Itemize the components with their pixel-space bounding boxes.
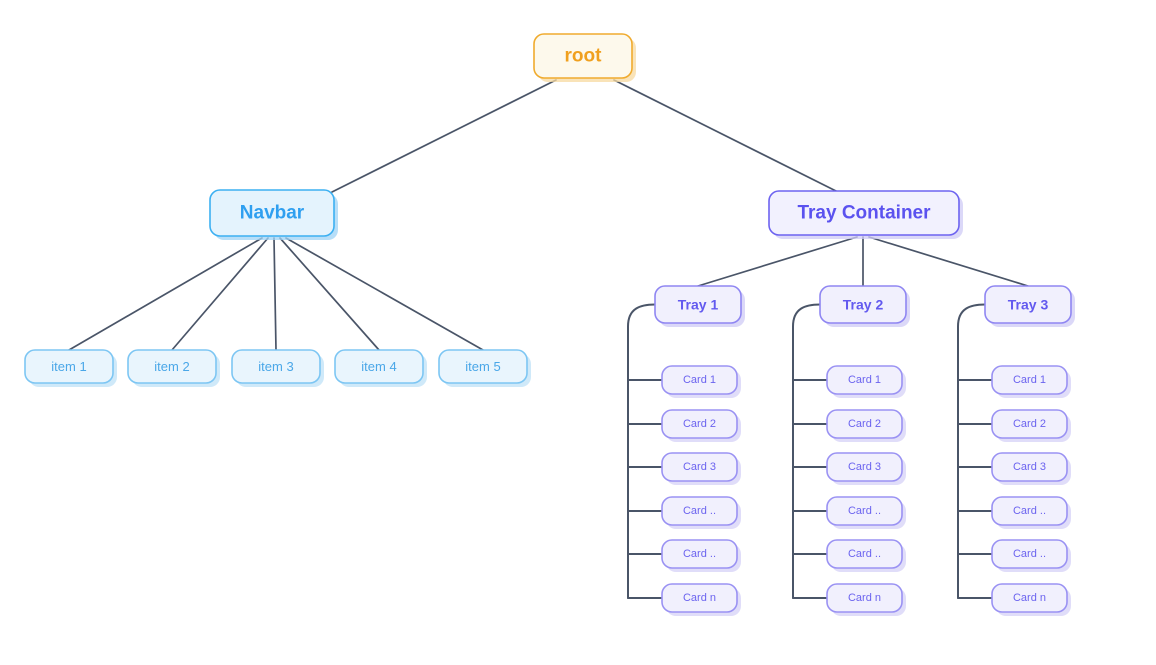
node-tray-3-card-5-box bbox=[991, 539, 1068, 569]
node-tray-1-card-6-box bbox=[661, 583, 738, 613]
edge-root-to-navbar bbox=[331, 79, 557, 193]
node-navbar-box bbox=[209, 189, 335, 237]
node-tray-3-card-6[interactable]: Card n bbox=[991, 583, 1071, 616]
node-tray-1-card-2[interactable]: Card 2 bbox=[661, 409, 741, 442]
node-navbar-item-5[interactable]: item 5 bbox=[438, 349, 531, 387]
node-tray-1-card-3[interactable]: Card 3 bbox=[661, 452, 741, 485]
node-tray-3-box bbox=[984, 285, 1072, 324]
node-tray-2-card-6[interactable]: Card n bbox=[826, 583, 906, 616]
edge-navbar-to-item-2 bbox=[171, 237, 269, 351]
node-navbar-item-5-box bbox=[438, 349, 528, 384]
node-navbar[interactable]: Navbar bbox=[209, 189, 338, 240]
diagram-svg: root Navbar Tray Container item 1 item 2 item… bbox=[24, 33, 1075, 616]
edge-root-to-tray-container bbox=[613, 79, 839, 193]
node-tray-2-card-6-box bbox=[826, 583, 903, 613]
node-tray-1-card-4-box bbox=[661, 496, 738, 526]
node-navbar-item-3[interactable]: item 3 bbox=[231, 349, 324, 387]
edge-navbar-to-item-3 bbox=[273, 237, 277, 351]
nodes-layer: root Navbar Tray Container item 1 item 2 item… bbox=[24, 33, 1075, 616]
node-tray-3-card-1[interactable]: Card 1 bbox=[991, 365, 1071, 398]
node-tray-container[interactable]: Tray Container bbox=[768, 190, 963, 239]
node-tray-3-card-4-box bbox=[991, 496, 1068, 526]
node-tray-3-card-2[interactable]: Card 2 bbox=[991, 409, 1071, 442]
node-tray-2-card-2-box bbox=[826, 409, 903, 439]
node-tray-2-box bbox=[819, 285, 907, 324]
node-navbar-item-1[interactable]: item 1 bbox=[24, 349, 117, 387]
node-tray-3-card-1-box bbox=[991, 365, 1068, 395]
node-tray-1-card-3-box bbox=[661, 452, 738, 482]
node-root[interactable]: root bbox=[533, 33, 636, 82]
node-navbar-item-2-box bbox=[127, 349, 217, 384]
node-navbar-item-3-box bbox=[231, 349, 321, 384]
node-tray-3-card-5[interactable]: Card .. bbox=[991, 539, 1071, 572]
node-tray-1-box bbox=[654, 285, 742, 324]
node-navbar-item-4-box bbox=[334, 349, 424, 384]
node-root-box bbox=[533, 33, 633, 79]
node-tray-2-card-3-box bbox=[826, 452, 903, 482]
node-tray-1[interactable]: Tray 1 bbox=[654, 285, 745, 327]
node-tray-2-card-1-box bbox=[826, 365, 903, 395]
node-tray-3-card-2-box bbox=[991, 409, 1068, 439]
node-tray-2-card-2[interactable]: Card 2 bbox=[826, 409, 906, 442]
node-navbar-item-2[interactable]: item 2 bbox=[127, 349, 220, 387]
edge-tray-container-to-tray-1 bbox=[697, 236, 858, 287]
node-tray-3-card-3[interactable]: Card 3 bbox=[991, 452, 1071, 485]
node-tray-2[interactable]: Tray 2 bbox=[819, 285, 910, 327]
node-tray-1-card-1[interactable]: Card 1 bbox=[661, 365, 741, 398]
node-tray-1-card-5[interactable]: Card .. bbox=[661, 539, 741, 572]
node-tray-2-card-5-box bbox=[826, 539, 903, 569]
node-tray-1-card-2-box bbox=[661, 409, 738, 439]
node-tray-1-card-4[interactable]: Card .. bbox=[661, 496, 741, 529]
node-tray-2-card-4[interactable]: Card .. bbox=[826, 496, 906, 529]
edge-tray-container-to-tray-3 bbox=[868, 236, 1029, 287]
node-tray-1-card-5-box bbox=[661, 539, 738, 569]
node-tray-3-card-3-box bbox=[991, 452, 1068, 482]
node-tray-2-card-3[interactable]: Card 3 bbox=[826, 452, 906, 485]
node-navbar-item-4[interactable]: item 4 bbox=[334, 349, 427, 387]
node-tray-3-card-4[interactable]: Card .. bbox=[991, 496, 1071, 529]
node-tray-container-box bbox=[768, 190, 960, 236]
node-tray-1-card-6[interactable]: Card n bbox=[661, 583, 741, 616]
edge-navbar-to-item-1 bbox=[68, 237, 263, 351]
edge-navbar-to-item-4 bbox=[279, 237, 380, 351]
edge-navbar-to-item-5 bbox=[285, 237, 484, 351]
node-tray-1-card-1-box bbox=[661, 365, 738, 395]
tree-diagram-canvas: root Navbar Tray Container item 1 item 2 item… bbox=[0, 0, 1156, 665]
node-tray-2-card-1[interactable]: Card 1 bbox=[826, 365, 906, 398]
node-navbar-item-1-box bbox=[24, 349, 114, 384]
node-tray-2-card-4-box bbox=[826, 496, 903, 526]
node-tray-3-card-6-box bbox=[991, 583, 1068, 613]
node-tray-3[interactable]: Tray 3 bbox=[984, 285, 1075, 327]
node-tray-2-card-5[interactable]: Card .. bbox=[826, 539, 906, 572]
